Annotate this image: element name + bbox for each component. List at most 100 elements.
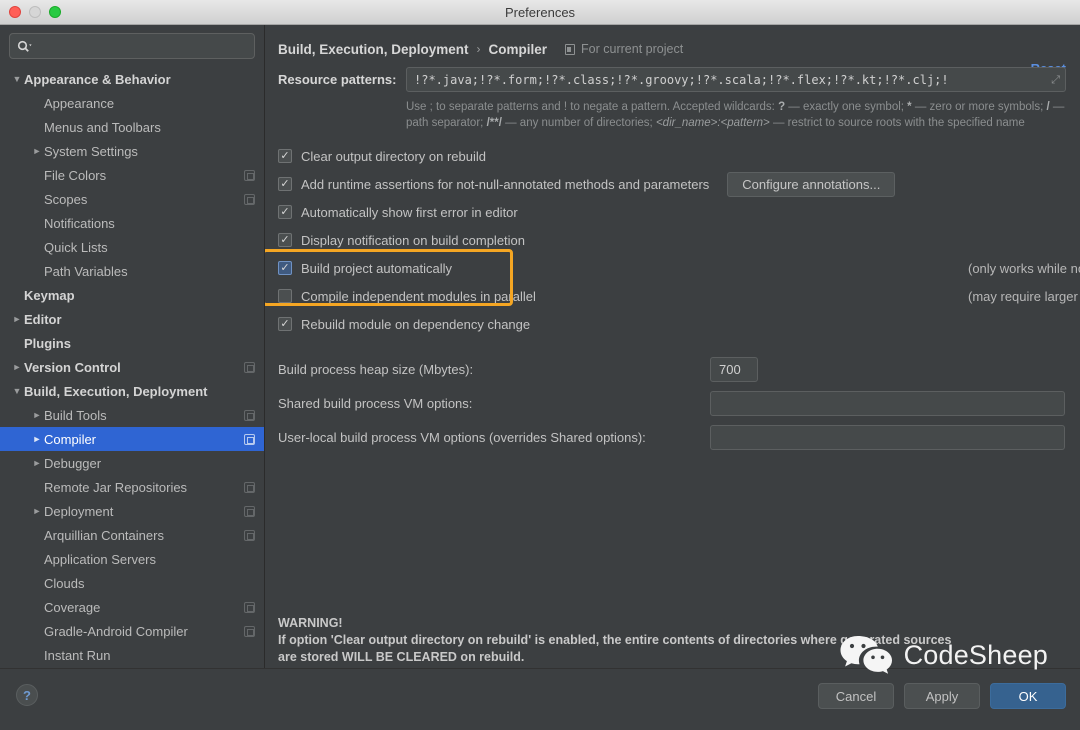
- hint-dirname-pattern: <dir_name>:<pattern>: [655, 117, 770, 129]
- sidebar-item-label: Appearance & Behavior: [24, 71, 171, 87]
- sidebar-item-gradle-android-compiler[interactable]: Gradle-Android Compiler: [0, 619, 264, 643]
- field-input[interactable]: [710, 424, 1065, 450]
- sidebar-item-scopes[interactable]: Scopes: [0, 187, 264, 211]
- project-scope-icon: [244, 193, 255, 205]
- chevron-right-icon[interactable]: ►: [30, 506, 44, 516]
- chevron-right-icon[interactable]: ►: [30, 410, 44, 420]
- field-input[interactable]: 700: [710, 356, 758, 382]
- field-label: User-local build process VM options (ove…: [278, 429, 646, 445]
- checkbox-row[interactable]: Add runtime assertions for not-null-anno…: [278, 170, 1080, 198]
- sidebar-item-appearance[interactable]: Appearance: [0, 91, 264, 115]
- search-icon: [17, 40, 32, 53]
- resource-patterns-row: Resource patterns: !?*.java;!?*.form;!?*…: [265, 59, 1080, 92]
- checkbox-row[interactable]: Build project automatically (only works w…: [278, 254, 1080, 282]
- checkbox-unchecked-icon[interactable]: [278, 289, 292, 303]
- chevron-right-icon[interactable]: ►: [30, 146, 44, 156]
- checkbox-row[interactable]: Display notification on build completion: [278, 226, 1080, 254]
- checkbox-checked-icon[interactable]: [278, 317, 292, 331]
- configure-annotations-button[interactable]: Configure annotations...: [727, 171, 896, 197]
- chevron-right-icon[interactable]: ►: [10, 314, 24, 324]
- field-input[interactable]: [710, 390, 1065, 416]
- sidebar-item-build-tools[interactable]: ► Build Tools: [0, 403, 264, 427]
- sidebar-item-remote-jar-repositories[interactable]: Remote Jar Repositories: [0, 475, 264, 499]
- field-row: Build process heap size (Mbytes): 700: [278, 352, 1080, 386]
- sidebar-item-notifications[interactable]: Notifications: [0, 211, 264, 235]
- chevron-right-icon[interactable]: ►: [10, 362, 24, 372]
- sidebar-item-label: Scopes: [44, 191, 88, 207]
- sidebar-item-arquillian-containers[interactable]: Arquillian Containers: [0, 523, 264, 547]
- sidebar-item-label: System Settings: [44, 143, 138, 159]
- project-scope-icon: [244, 505, 255, 517]
- sidebar-item-label: Coverage: [44, 599, 101, 615]
- sidebar-item-label: File Colors: [44, 167, 107, 183]
- sidebar-item-label: Menus and Toolbars: [44, 119, 161, 135]
- chevron-down-icon[interactable]: ▼: [10, 74, 24, 84]
- sidebar-item-label: Compiler: [44, 431, 97, 447]
- sidebar-item-system-settings[interactable]: ► System Settings: [0, 139, 264, 163]
- apply-button[interactable]: Apply: [904, 683, 980, 709]
- compiler-fields: Build process heap size (Mbytes): 700 Shar…: [265, 352, 1080, 454]
- checkbox-label: Rebuild module on dependency change: [301, 316, 531, 332]
- sidebar-item-label: Instant Run: [44, 647, 111, 663]
- preferences-window: Preferences ▼ Appearance & Behavior Appear…: [0, 0, 1080, 730]
- sidebar-item-quick-lists[interactable]: Quick Lists: [0, 235, 264, 259]
- checkbox-row[interactable]: Compile independent modules in parallel (…: [278, 282, 1080, 310]
- hint-part-6: — restrict to source roots with the spec…: [769, 117, 1025, 129]
- for-current-project-label: For current project: [581, 42, 684, 56]
- settings-sidebar: ▼ Appearance & Behavior Appearance Menus an…: [0, 25, 265, 693]
- hint-part-2: — exactly one symbol;: [785, 101, 908, 113]
- field-row: User-local build process VM options (ove…: [278, 420, 1080, 454]
- dialog-footer: ? Cancel Apply OK: [0, 668, 1080, 730]
- sidebar-item-menus-and-toolbars[interactable]: Menus and Toolbars: [0, 115, 264, 139]
- compiler-options-list: Clear output directory on rebuild Add run…: [265, 142, 1080, 338]
- sidebar-item-path-variables[interactable]: Path Variables: [0, 259, 264, 283]
- sidebar-item-debugger[interactable]: ► Debugger: [0, 451, 264, 475]
- sidebar-item-compiler[interactable]: ► Compiler: [0, 427, 264, 451]
- sidebar-item-instant-run[interactable]: Instant Run: [0, 643, 264, 667]
- search-input[interactable]: [9, 33, 255, 59]
- sidebar-item-coverage[interactable]: Coverage: [0, 595, 264, 619]
- sidebar-item-version-control[interactable]: ► Version Control: [0, 355, 264, 379]
- checkbox-label: Display notification on build completion: [301, 232, 526, 248]
- sidebar-item-label: Gradle-Android Compiler: [44, 623, 188, 639]
- checkbox-checked-icon[interactable]: [278, 261, 292, 275]
- checkbox-checked-icon[interactable]: [278, 149, 292, 163]
- expand-field-icon[interactable]: ⤢: [1051, 73, 1060, 87]
- sidebar-item-label: Notifications: [44, 215, 115, 231]
- checkbox-checked-icon[interactable]: [278, 177, 292, 191]
- checkbox-note: (may require larger heap size): [968, 288, 1080, 304]
- project-scope-icon: [244, 529, 255, 541]
- checkbox-row[interactable]: Automatically show first error in editor: [278, 198, 1080, 226]
- for-current-project-badge: For current project: [565, 42, 683, 56]
- project-scope-icon: [244, 409, 255, 421]
- help-button[interactable]: ?: [16, 684, 38, 706]
- breadcrumb-leaf: Compiler: [488, 41, 548, 57]
- sidebar-item-editor[interactable]: ► Editor: [0, 307, 264, 331]
- sidebar-item-appearance-behavior[interactable]: ▼ Appearance & Behavior: [0, 67, 264, 91]
- sidebar-item-label: Clouds: [44, 575, 85, 591]
- content-area: ▼ Appearance & Behavior Appearance Menus an…: [0, 25, 1080, 693]
- ok-button[interactable]: OK: [990, 683, 1066, 709]
- checkbox-row[interactable]: Rebuild module on dependency change: [278, 310, 1080, 338]
- sidebar-item-file-colors[interactable]: File Colors: [0, 163, 264, 187]
- checkbox-label: Add runtime assertions for not-null-anno…: [301, 176, 710, 192]
- sidebar-item-label: Version Control: [24, 359, 121, 375]
- sidebar-item-clouds[interactable]: Clouds: [0, 571, 264, 595]
- checkbox-label: Automatically show first error in editor: [301, 204, 518, 220]
- sidebar-item-build-execution-deployment[interactable]: ▼ Build, Execution, Deployment: [0, 379, 264, 403]
- sidebar-item-keymap[interactable]: Keymap: [0, 283, 264, 307]
- chevron-right-icon[interactable]: ►: [30, 458, 44, 468]
- cancel-button[interactable]: Cancel: [818, 683, 894, 709]
- resource-patterns-value: !?*.java;!?*.form;!?*.class;!?*.groovy;!…: [414, 72, 949, 87]
- checkbox-checked-icon[interactable]: [278, 233, 292, 247]
- sidebar-item-application-servers[interactable]: Application Servers: [0, 547, 264, 571]
- sidebar-item-deployment[interactable]: ► Deployment: [0, 499, 264, 523]
- resource-patterns-input[interactable]: !?*.java;!?*.form;!?*.class;!?*.groovy;!…: [406, 67, 1066, 92]
- sidebar-item-plugins[interactable]: Plugins: [0, 331, 264, 355]
- chevron-down-icon[interactable]: ▼: [10, 386, 24, 396]
- chevron-right-icon[interactable]: ►: [30, 434, 44, 444]
- checkbox-checked-icon[interactable]: [278, 205, 292, 219]
- sidebar-item-label: Application Servers: [44, 551, 156, 567]
- checkbox-row[interactable]: Clear output directory on rebuild: [278, 142, 1080, 170]
- sidebar-item-label: Appearance: [44, 95, 115, 111]
